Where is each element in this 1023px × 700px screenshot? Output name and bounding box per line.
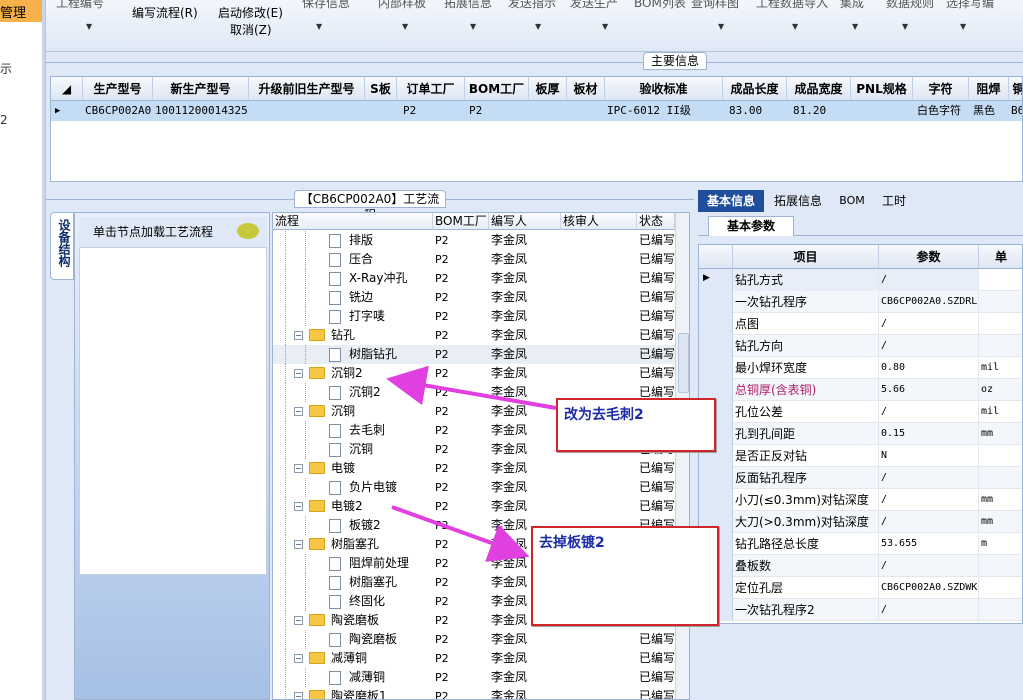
annotation-arrows bbox=[386, 365, 557, 562]
annotation-note-remove: 去掉板镀2 bbox=[531, 526, 719, 626]
arrow-to-chentong2 bbox=[386, 365, 557, 410]
annotation-note-rename: 改为去毛刺2 bbox=[556, 398, 716, 452]
arrow-to-bandu2 bbox=[391, 505, 530, 562]
